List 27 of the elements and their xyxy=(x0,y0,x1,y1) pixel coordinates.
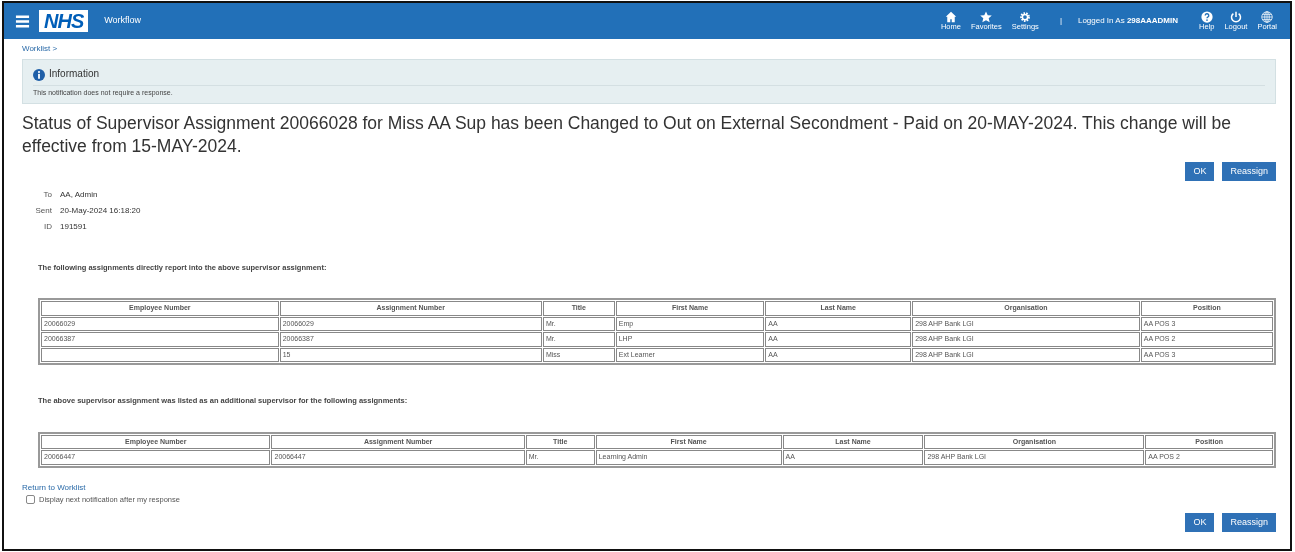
breadcrumb-link[interactable]: Worklist > xyxy=(22,43,58,55)
power-icon xyxy=(1229,10,1242,23)
field-value: 20-May-2024 16:18:20 xyxy=(60,205,141,218)
field-value: 191591 xyxy=(60,221,87,234)
info-title: Information xyxy=(49,67,100,81)
field-label: To xyxy=(42,189,52,202)
info-icon xyxy=(33,69,45,81)
home-icon xyxy=(944,10,957,23)
notification-heading: Status of Supervisor Assignment 20066028 for Miss AA Sup has been Changed to Out on External Secondment - Paid on 20-MAY-2024. This change will be effective from 15-MAY-2024. xyxy=(22,111,1232,158)
globe-icon xyxy=(1261,10,1274,23)
return-link[interactable]: Return to Worklist xyxy=(22,481,86,494)
reassign-button[interactable]: Reassign xyxy=(1222,512,1276,533)
settings-icon xyxy=(1019,10,1032,23)
checkbox[interactable] xyxy=(26,494,35,504)
app-title: Workflow xyxy=(104,14,142,28)
field-value: AA, Admin xyxy=(60,189,98,202)
help-icon xyxy=(1200,10,1213,23)
star-icon xyxy=(980,10,993,23)
field-label: ID xyxy=(43,221,52,234)
ok-button[interactable]: OK xyxy=(1185,161,1215,182)
logged-in-user: Logged In As 298AAADMIN xyxy=(1077,15,1178,27)
separator: | xyxy=(1059,15,1062,27)
menu-icon xyxy=(14,14,31,30)
reassign-button[interactable]: Reassign xyxy=(1222,161,1276,182)
ok-button[interactable]: OK xyxy=(1185,512,1215,533)
nhs-logo: NHS xyxy=(39,10,89,32)
field-label: Sent xyxy=(34,205,52,218)
